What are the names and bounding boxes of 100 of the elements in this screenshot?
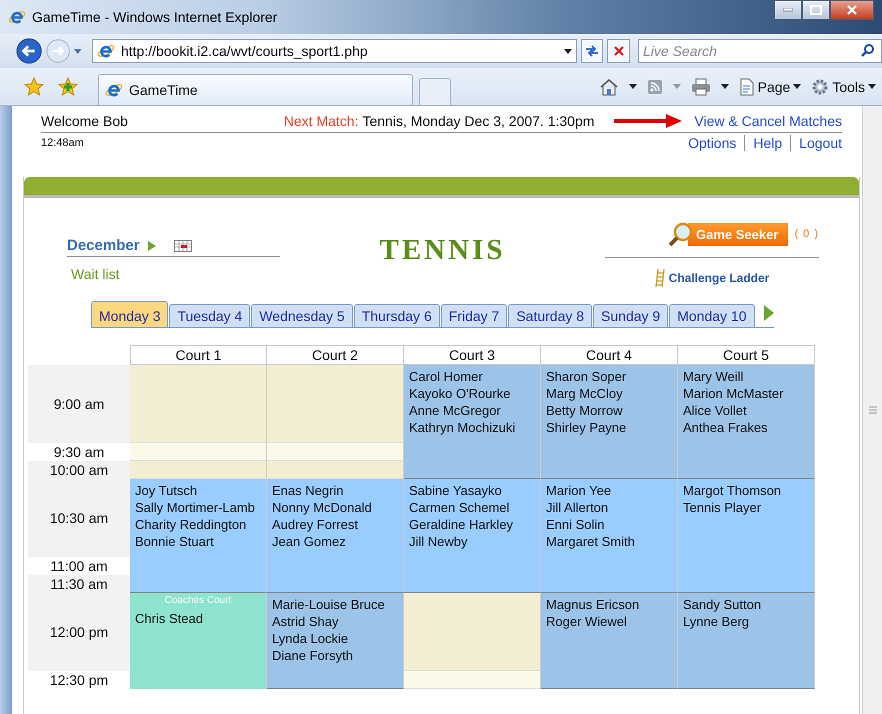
challenge-ladder-link[interactable]: Challenge Ladder <box>668 271 770 285</box>
gear-icon <box>811 78 830 96</box>
booking-block[interactable]: Joy Tutsch Sally Mortimer-Lamb Charity Reddington Bonnie Stuart <box>130 479 267 593</box>
player-name: Anne McGregor <box>409 402 502 419</box>
add-star-icon[interactable] <box>58 76 78 96</box>
player-name: Jill Newby <box>409 533 469 550</box>
play-icon[interactable] <box>148 240 156 250</box>
player-name: Bonnie Stuart <box>135 533 215 550</box>
day-tab[interactable]: Monday 10 <box>669 304 754 327</box>
caret-icon[interactable] <box>628 84 637 89</box>
player-name: Marion McMaster <box>683 385 784 402</box>
player-name: Carmen Schemel <box>409 499 510 516</box>
booking-block[interactable]: Magnus Ericson Roger Wiewel <box>541 593 678 689</box>
close-button[interactable] <box>830 0 874 20</box>
command-menu[interactable]: Page <box>738 78 802 96</box>
player-name: Marion Yee <box>546 482 612 499</box>
booking-block[interactable]: Marie-Louise Bruce Astrid Shay Lynda Lockie Diane Forsyth <box>267 593 404 689</box>
next-match-text: Tennis, Monday Dec 3, 2007. 1:30pm <box>362 113 594 129</box>
player-name: Jean Gomez <box>272 533 347 550</box>
player-name: Lynne Berg <box>683 613 750 630</box>
booking-block[interactable]: Marion Yee Jill Allerton Enni Solin Margaret Smith <box>541 479 678 593</box>
column-header: Court 2 <box>267 345 404 365</box>
column-header: Court 4 <box>541 345 678 365</box>
player-name: Magnus Ericson <box>546 596 640 613</box>
player-name: Marie-Louise Bruce <box>272 596 386 613</box>
stop-button[interactable] <box>607 39 630 63</box>
calendar-icon[interactable] <box>174 240 192 252</box>
player-name: Charity Reddington <box>135 516 248 533</box>
player-name: Margaret Smith <box>546 533 636 550</box>
coaching-block[interactable]: Coaches Court Chris Stead <box>130 593 267 689</box>
booking-block[interactable]: Enas Negrin Nonny McDonald Audrey Forrest Jean Gomez <box>267 479 404 593</box>
day-tab[interactable]: Monday 3 <box>91 301 168 327</box>
clock-text: 12:48am <box>41 137 84 149</box>
welcome-text: Welcome Bob <box>41 113 128 129</box>
new-tab-button[interactable] <box>419 78 451 105</box>
day-tab[interactable]: Thursday 6 <box>354 304 440 327</box>
refresh-icon <box>584 44 600 58</box>
column-header: Court 5 <box>678 345 815 365</box>
day-tab[interactable]: Sunday 9 <box>593 304 668 327</box>
browser-tab[interactable]: GameTime <box>98 74 413 105</box>
caret-icon <box>793 84 802 89</box>
player-name: Kathryn Mochizuki <box>409 419 516 436</box>
close-icon <box>846 5 858 15</box>
booking-block[interactable]: Margot Thomson Tennis Player <box>678 479 815 593</box>
day-tab[interactable]: Tuesday 4 <box>169 304 250 327</box>
nav-link[interactable]: Options <box>688 135 736 151</box>
tab-logo-icon <box>105 81 123 99</box>
page-logo-icon <box>96 42 115 60</box>
player-name: Nonny McDonald <box>272 499 373 516</box>
player-name: Anthea Frakes <box>683 419 769 436</box>
command-menu[interactable]: Tools <box>811 78 876 96</box>
player-name: Kayoko O'Rourke <box>409 385 512 402</box>
month-link[interactable]: December <box>67 237 140 254</box>
player-name: Marg McCloy <box>546 385 624 402</box>
feed-icon[interactable] <box>646 78 663 94</box>
maximize-button[interactable] <box>802 0 830 20</box>
player-name: Sharon Soper <box>546 368 628 385</box>
player-name: Enas Negrin <box>272 482 345 499</box>
sport-title: TENNIS <box>378 233 506 267</box>
player-name: Alice Vollet <box>683 402 748 419</box>
player-name: Chris Stead <box>135 610 204 627</box>
nav-link[interactable]: Logout <box>790 135 842 151</box>
scrollbar[interactable] <box>862 106 882 714</box>
player-name: Astrid Shay <box>272 613 340 630</box>
refresh-button[interactable] <box>580 39 604 63</box>
printer-icon[interactable] <box>690 78 711 96</box>
address-field[interactable]: http://bookit.i2.ca/wvt/courts_sport1.php <box>92 39 577 63</box>
player-name: Shirley Payne <box>546 419 628 436</box>
play-icon[interactable] <box>764 305 774 321</box>
booking-block[interactable]: Sandy Sutton Lynne Berg <box>678 593 815 689</box>
minimize-button[interactable] <box>774 0 802 20</box>
day-tab[interactable]: Wednesday 5 <box>251 304 353 327</box>
player-name: Audrey Forrest <box>272 516 359 533</box>
day-tab[interactable]: Friday 7 <box>440 304 508 327</box>
time-label: 11:30 am <box>28 575 130 593</box>
search-field[interactable]: Live Search <box>638 39 882 63</box>
view-cancel-matches-link[interactable]: View & Cancel Matches <box>694 113 842 129</box>
caret-icon <box>564 48 572 54</box>
player-name: Roger Wiewel <box>546 613 628 630</box>
player-name: Joy Tutsch <box>135 482 198 499</box>
star-icon[interactable] <box>24 76 44 96</box>
time-label: 10:00 am <box>28 461 130 479</box>
player-name: Sandy Sutton <box>683 596 762 613</box>
home-icon[interactable] <box>598 78 619 96</box>
close-icon <box>612 45 625 57</box>
maximize-icon <box>810 5 822 15</box>
window-title: GameTime - Windows Internet Explorer <box>32 9 278 25</box>
time-label: 10:30 am <box>28 479 130 557</box>
player-name: Carol Homer <box>409 368 484 385</box>
day-tab[interactable]: Saturday 8 <box>508 304 592 327</box>
player-name: Margot Thomson <box>683 482 782 499</box>
booking-block[interactable]: Sharon Soper Marg McCloy Betty Morrow Shirley Payne <box>541 365 678 479</box>
caret-icon[interactable] <box>720 84 729 89</box>
booking-block[interactable]: Carol Homer Kayoko O'Rourke Anne McGregor Kathryn Mochizuki <box>404 365 541 479</box>
seeker-count: ( 0 ) <box>794 228 819 240</box>
player-name: Sally Mortimer-Lamb <box>135 499 256 516</box>
back-button[interactable] <box>16 37 42 65</box>
booking-block[interactable]: Mary Weill Marion McMaster Alice Vollet Anthea Frakes <box>678 365 815 479</box>
nav-link[interactable]: Help <box>744 135 782 151</box>
booking-block[interactable]: Sabine Yasayko Carmen Schemel Geraldine Harkley Jill Newby <box>404 479 541 593</box>
